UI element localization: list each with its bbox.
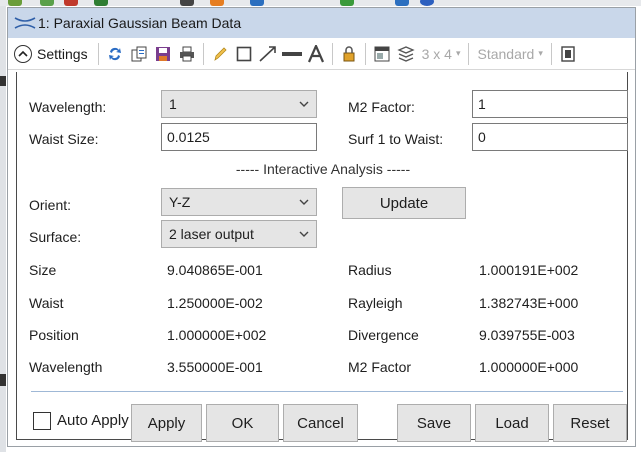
bg-icon [250,0,264,6]
position-label: Position [29,327,79,343]
m2-factor-label: M2 Factor: [348,99,415,115]
orient-label: Orient: [29,197,72,213]
waist-size-label: Waist Size: [29,131,99,147]
layers-icon[interactable] [395,43,417,65]
toolbar-separator [202,42,204,65]
radius-value: 1.000191E+002 [479,262,579,278]
ok-button[interactable]: OK [206,404,279,442]
window-title: 1: Paraxial Gaussian Beam Data [38,15,242,31]
chevron-up-icon [14,44,32,63]
bg-icon [94,0,108,6]
settings-panel: Wavelength: 1 M2 Factor: 1 Waist Size: 0… [16,72,628,442]
surface-dropdown[interactable]: 2 laser output [161,220,317,248]
rayleigh-value: 1.382743E+000 [479,295,579,311]
waist-size-value: 0.0125 [167,129,210,145]
surf1-to-waist-field[interactable]: 0 [472,123,628,151]
surf1-to-waist-label: Surf 1 to Waist: [348,131,444,147]
load-button[interactable]: Load [475,404,549,442]
m2-factor-result-value: 1.000000E+000 [479,359,579,375]
panel-icon[interactable] [557,43,579,65]
style-dropdown[interactable]: Standard ▾ [477,46,542,62]
bg-icon [420,0,434,6]
bg-icon [64,0,78,6]
lock-icon[interactable] [338,43,360,65]
toolbar: Settings 3 x 4 ▾ Standard ▾ [8,38,635,70]
wavelength-result-value: 3.550000E-001 [167,359,263,375]
surface-label: Surface: [29,229,82,245]
layout-label: 3 x 4 [421,45,452,62]
position-value: 1.000000E+002 [167,327,267,343]
waist-size-field[interactable]: 0.0125 [161,123,317,151]
wavelength-dropdown[interactable]: 1 [161,90,317,118]
save-button[interactable]: Save [397,404,471,442]
chevron-down-icon [299,231,309,237]
divider [31,391,623,392]
m2-factor-result-label: M2 Factor [348,359,412,375]
style-label: Standard [477,45,535,62]
bg-icon [40,0,54,6]
toolbar-separator [331,42,333,65]
layout-dropdown[interactable]: 3 x 4 ▾ [422,46,461,62]
radius-label: Radius [348,262,392,278]
bg-icon [340,0,354,6]
arrow-icon[interactable] [257,43,279,65]
rayleigh-label: Rayleigh [348,295,403,311]
m2-factor-value: 1 [478,96,486,112]
reset-button[interactable]: Reset [553,404,627,442]
line-icon[interactable] [281,43,303,65]
auto-apply-checkbox[interactable] [33,412,51,430]
chevron-down-icon [299,101,309,107]
copy-icon[interactable] [128,43,150,65]
window-icon[interactable] [371,43,393,65]
interactive-analysis-heading: ----- Interactive Analysis ----- [235,161,411,177]
waist-value: 1.250000E-002 [167,295,263,311]
auto-apply-label[interactable]: Auto Apply [57,412,129,429]
print-icon[interactable] [176,43,198,65]
background-app-edge [0,6,6,452]
orient-value: Y-Z [169,194,191,210]
beam-icon [14,17,36,29]
chevron-down-icon [299,199,309,205]
apply-button[interactable]: Apply [131,404,202,442]
bg-icon [210,0,224,6]
toolbar-separator [97,42,99,65]
waist-label: Waist [29,295,64,311]
bg-icon [8,0,22,6]
wavelength-value: 1 [169,96,177,112]
pencil-icon[interactable] [209,43,231,65]
size-label: Size [29,262,57,278]
size-value: 9.040865E-001 [167,262,263,278]
toolbar-separator [468,42,470,65]
caret-down-icon: ▾ [455,48,461,58]
surface-value: 2 laser output [169,226,254,242]
bg-icon [395,0,409,6]
caret-down-icon: ▾ [538,48,543,58]
save-icon[interactable] [152,43,174,65]
surf1-to-waist-value: 0 [478,129,486,145]
cancel-button[interactable]: Cancel [283,404,358,442]
settings-button[interactable]: Settings [14,41,94,67]
title-bar[interactable]: 1: Paraxial Gaussian Beam Data [8,8,635,38]
wavelength-label: Wavelength: [29,99,107,115]
toolbar-separator [364,42,366,65]
wavelength-result-label: Wavelength [29,359,103,375]
update-button[interactable]: Update [342,187,466,219]
rectangle-icon[interactable] [233,43,255,65]
refresh-icon[interactable] [104,43,126,65]
toolbar-separator [550,42,552,65]
background-app-toolbar [0,0,641,6]
settings-label: Settings [37,45,88,62]
divergence-value: 9.039755E-003 [479,327,575,343]
m2-factor-field[interactable]: 1 [472,90,628,118]
orient-dropdown[interactable]: Y-Z [161,188,317,216]
paraxial-gaussian-beam-window: 1: Paraxial Gaussian Beam Data Settings [7,7,636,447]
divergence-label: Divergence [348,327,419,343]
text-icon[interactable] [305,43,327,65]
bg-icon [180,0,194,6]
